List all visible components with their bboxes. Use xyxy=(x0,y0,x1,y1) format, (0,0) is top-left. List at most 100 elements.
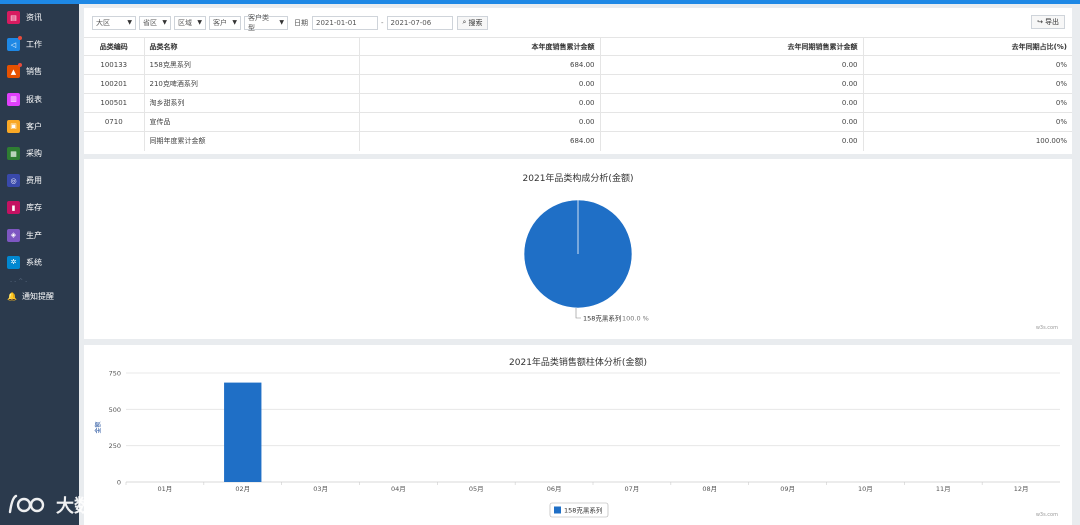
sidebar-item-3[interactable]: ▲ 销售 xyxy=(0,58,79,85)
table-cell xyxy=(84,131,144,151)
pie-slice-label: 158克黑系列 xyxy=(583,314,621,323)
table-cell: 0.00 xyxy=(599,131,863,151)
main-content: 大区 ▼ 省区 ▼ 区域 ▼ 客户 ▼ 客户类型 ▼ 日期 2021-01-01 - 20… xyxy=(84,8,1072,525)
pie-chart-panel: 2021年品类构成分析(金额) 158克黑系列 100.0 % w3s.com xyxy=(84,159,1072,339)
table-cell: 158克黑系列 xyxy=(143,55,359,75)
sidebar-item-6[interactable]: ▦ 采购 xyxy=(0,140,79,167)
sidebar-nav: ▤ 资讯 ◁ 工作 ▲ 销售 ▥ 报表 ▣ 客户 ▦ 采购 ◎ 费用 ▮ 库存 ◈ 生产 ✲ 系统 xyxy=(0,4,79,276)
clipboard-icon: ▮ xyxy=(7,201,20,215)
notification-dot xyxy=(18,36,22,41)
pie-chart: 158克黑系列 100.0 % xyxy=(523,199,649,323)
y-axis-label: 金额 xyxy=(94,421,102,433)
table-cell: 0% xyxy=(862,112,1072,132)
y-tick-label: 500 xyxy=(109,406,121,414)
table-cell: 0% xyxy=(862,74,1072,94)
sidebar-item-label: 系统 xyxy=(26,257,42,267)
column-header: 本年度销售累计金额 xyxy=(358,37,600,56)
table-cell: 宣传品 xyxy=(143,112,359,132)
bell-icon: 🔔 xyxy=(7,292,17,302)
y-tick-label: 0 xyxy=(117,479,121,487)
sidebar-item-7[interactable]: ◎ 费用 xyxy=(0,167,79,194)
sidebar-item-label: 销售 xyxy=(26,67,42,77)
x-tick-label: 01月 xyxy=(158,485,173,493)
column-header: 去年同期销售累计金额 xyxy=(599,37,863,56)
share-arrow-icon: ↪ xyxy=(1037,18,1043,26)
column-header: 品类编码 xyxy=(84,37,144,56)
search-icon: ⌕ xyxy=(462,18,467,26)
x-tick-label: 08月 xyxy=(702,485,717,493)
x-tick-label: 06月 xyxy=(547,485,562,493)
table-cell: 0.00 xyxy=(358,112,600,132)
notification-item[interactable]: 🔔 通知提醒 xyxy=(0,288,79,306)
money-icon: ◎ xyxy=(7,174,20,188)
chevron-down-icon: ▼ xyxy=(197,19,202,26)
customer-type-select[interactable]: 客户类型 ▼ xyxy=(244,14,288,32)
table-cell: 0.00 xyxy=(358,74,600,94)
bar-chart: 0 250 500 750 金额 01月 02月 03月 04月 05月 06月 07月 08月 09月 1… xyxy=(94,370,1060,518)
table-cell: 210克啤酒系列 xyxy=(143,74,359,94)
table-cell: 0.00 xyxy=(599,93,863,113)
sidebar-item-label: 生产 xyxy=(26,230,42,240)
table-row: 100201 210克啤酒系列 0.00 0.00 0% xyxy=(84,74,1072,94)
chart-credit: w3s.com xyxy=(1035,512,1058,518)
region-select[interactable]: 大区 ▼ xyxy=(92,15,136,30)
export-button[interactable]: ↪ 导出 xyxy=(1031,15,1065,29)
table-cell: 684.00 xyxy=(358,55,600,75)
table-cell: 淘乡甜系列 xyxy=(143,93,359,113)
sidebar-item-2[interactable]: ◁ 工作 xyxy=(0,31,79,58)
chevron-down-icon: ▼ xyxy=(279,19,284,26)
sidebar-item-1[interactable]: ▤ 资讯 xyxy=(0,4,79,31)
table-row: 100501 淘乡甜系列 0.00 0.00 0% xyxy=(84,93,1072,113)
table-cell: 0.00 xyxy=(599,74,863,94)
sidebar-item-5[interactable]: ▣ 客户 xyxy=(0,113,79,140)
date-from-input[interactable]: 2021-01-01 xyxy=(312,15,378,30)
x-tick-label: 12月 xyxy=(1014,485,1029,493)
gift-icon: ▣ xyxy=(7,119,20,133)
sidebar-item-4[interactable]: ▥ 报表 xyxy=(0,86,79,113)
province-select[interactable]: 省区 ▼ xyxy=(139,15,171,30)
cogs-icon: ✲ xyxy=(7,255,20,269)
chevron-down-icon: ▼ xyxy=(162,19,167,26)
sidebar-item-9[interactable]: ◈ 生产 xyxy=(0,222,79,249)
sidebar: ▤ 资讯 ◁ 工作 ▲ 销售 ▥ 报表 ▣ 客户 ▦ 采购 ◎ 费用 ▮ 库存 ◈ 生产 ✲ 系统 - - ^ - 🔔… xyxy=(0,4,79,525)
column-header: 品类名称 xyxy=(143,37,359,56)
legend-swatch xyxy=(554,506,561,514)
share-icon: ◁ xyxy=(7,36,22,52)
sidebar-item-label: 报表 xyxy=(26,94,42,104)
bar-chart-icon: ▥ xyxy=(7,92,20,106)
table-header-row: 品类编码 品类名称 本年度销售累计金额 去年同期销售累计金额 去年同期占比(%) xyxy=(84,37,1072,56)
table-cell: 0.00 xyxy=(599,112,863,132)
table-cell: 100.00% xyxy=(862,131,1072,151)
table-cell: 100201 xyxy=(84,74,144,94)
table-cell: 100501 xyxy=(84,93,144,113)
report-panel: 大区 ▼ 省区 ▼ 区域 ▼ 客户 ▼ 客户类型 ▼ 日期 2021-01-01 - 20… xyxy=(84,8,1072,154)
shop-icon: ▲ xyxy=(7,63,22,79)
area-select[interactable]: 区域 ▼ xyxy=(174,15,206,30)
top-accent-bar xyxy=(0,0,1080,4)
chevron-down-icon: ▼ xyxy=(127,19,132,26)
date-label: 日期 xyxy=(294,18,308,27)
sidebar-item-label: 客户 xyxy=(26,121,42,131)
sidebar-item-10[interactable]: ✲ 系统 xyxy=(0,249,79,276)
table-cell: 0.00 xyxy=(599,55,863,75)
cube-icon: ◈ xyxy=(7,228,20,242)
x-tick-label: 02月 xyxy=(235,485,250,493)
search-button[interactable]: ⌕ 搜索 xyxy=(456,15,489,30)
chevron-down-icon: ▼ xyxy=(232,19,237,26)
watermark-logo-icon xyxy=(8,494,45,514)
sales-table: 品类编码 品类名称 本年度销售累计金额 去年同期销售累计金额 去年同期占比(%)… xyxy=(84,37,1072,151)
customer-select[interactable]: 客户 ▼ xyxy=(209,15,241,30)
x-tick-label: 10月 xyxy=(858,485,873,493)
sidebar-item-8[interactable]: ▮ 库存 xyxy=(0,194,79,221)
x-tick-label: 09月 xyxy=(780,485,795,493)
y-tick-label: 750 xyxy=(109,370,121,378)
table-cell: 100133 xyxy=(84,55,144,75)
sidebar-item-label: 采购 xyxy=(26,149,42,159)
notification-label: 通知提醒 xyxy=(21,292,54,302)
notification-dot xyxy=(18,63,22,68)
pie-leader-line xyxy=(575,308,581,319)
x-tick-label: 11月 xyxy=(936,485,951,493)
table-row: 同期年度累计金额 684.00 0.00 100.00% xyxy=(84,131,1072,151)
date-to-input[interactable]: 2021-07-06 xyxy=(386,15,453,30)
x-tick-label: 03月 xyxy=(313,485,328,493)
